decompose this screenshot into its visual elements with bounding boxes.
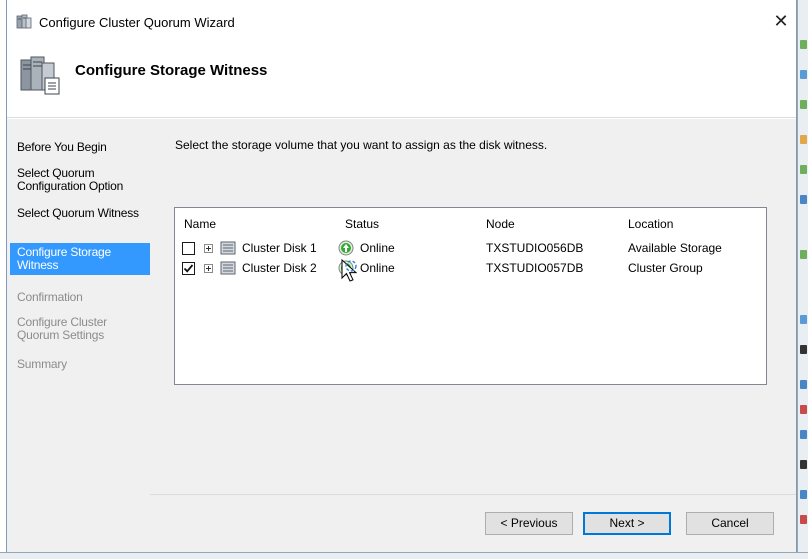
- storage-volume-list[interactable]: Name Status Node Location Cluster Disk 1: [174, 207, 767, 385]
- cluster-disk-icon: [220, 241, 236, 255]
- title-bar[interactable]: Configure Cluster Quorum Wizard ✕: [7, 0, 796, 40]
- disk-status: Online: [360, 261, 395, 275]
- close-button[interactable]: ✕: [770, 10, 792, 32]
- disk-status: Online: [360, 241, 395, 255]
- window-title: Configure Cluster Quorum Wizard: [39, 15, 235, 30]
- nav-step-confirmation: Confirmation: [17, 290, 83, 304]
- nav-step-before-you-begin[interactable]: Before You Begin: [10, 138, 150, 157]
- column-header-location[interactable]: Location: [628, 217, 673, 231]
- disk-node: TXSTUDIO056DB: [486, 241, 584, 255]
- nav-step-select-quorum-configuration[interactable]: Select Quorum Configuration Option: [10, 164, 150, 196]
- disk-name: Cluster Disk 1: [242, 241, 317, 255]
- cluster-wizard-icon: [16, 14, 32, 29]
- instruction-text: Select the storage volume that you want …: [175, 138, 548, 152]
- online-status-icon: [338, 260, 354, 276]
- table-row[interactable]: Cluster Disk 1 Online TXSTUDIO056DB Avai…: [175, 238, 766, 258]
- expand-icon[interactable]: [204, 244, 213, 253]
- background-taskbar-strip: [0, 552, 808, 559]
- nav-step-configure-cluster-quorum-settings: Configure Cluster Quorum Settings: [17, 315, 107, 342]
- table-row[interactable]: Cluster Disk 2 Online TXSTUDIO057DB Clus…: [175, 258, 766, 278]
- row-checkbox[interactable]: [182, 262, 195, 275]
- nav-step-summary: Summary: [17, 357, 67, 371]
- disk-location: Cluster Group: [628, 261, 703, 275]
- column-header-name[interactable]: Name: [184, 217, 216, 231]
- nav-step-configure-storage-witness[interactable]: Configure Storage Witness: [10, 243, 150, 275]
- storage-witness-icon: [20, 56, 60, 95]
- wizard-main-pane: Select the storage volume that you want …: [150, 119, 796, 552]
- expand-icon[interactable]: [204, 264, 213, 273]
- previous-button[interactable]: < Previous: [485, 512, 573, 535]
- next-button[interactable]: Next >: [583, 512, 671, 535]
- wizard-steps-nav: Before You Begin Select Quorum Configura…: [7, 119, 150, 552]
- wizard-header: Configure Storage Witness: [7, 40, 796, 118]
- footer-divider: [150, 494, 796, 495]
- wizard-window: Configure Cluster Quorum Wizard ✕ Config…: [6, 0, 797, 552]
- column-header-node[interactable]: Node: [486, 217, 515, 231]
- background-desktop-strip: [797, 0, 808, 559]
- disk-node: TXSTUDIO057DB: [486, 261, 584, 275]
- page-title: Configure Storage Witness: [75, 62, 268, 79]
- online-status-icon: [338, 240, 354, 256]
- column-header-status[interactable]: Status: [345, 217, 379, 231]
- row-checkbox[interactable]: [182, 242, 195, 255]
- checkmark-icon: [183, 264, 194, 273]
- disk-name: Cluster Disk 2: [242, 261, 317, 275]
- cluster-disk-icon: [220, 261, 236, 275]
- nav-step-select-quorum-witness[interactable]: Select Quorum Witness: [10, 204, 150, 223]
- cancel-button[interactable]: Cancel: [686, 512, 774, 535]
- disk-location: Available Storage: [628, 241, 722, 255]
